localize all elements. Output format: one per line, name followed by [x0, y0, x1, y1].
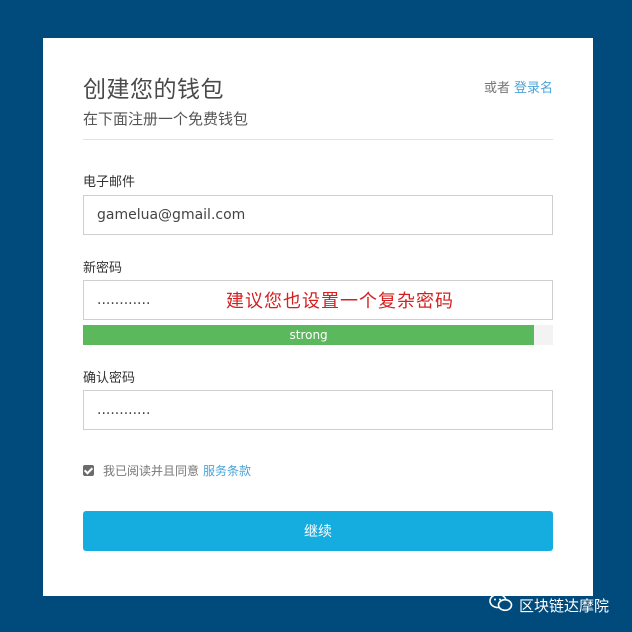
agree-checkbox[interactable] — [83, 465, 94, 476]
continue-button[interactable]: 继续 — [83, 511, 553, 551]
watermark: 区块链达摩院 — [489, 593, 609, 617]
password-strength-meter: strong — [83, 325, 553, 345]
terms-agreement: 我已阅读并且同意 服务条款 — [83, 462, 251, 479]
login-link[interactable]: 登录名 — [514, 81, 553, 96]
page-subtitle: 在下面注册一个免费钱包 — [83, 110, 249, 128]
password-label: 新密码 — [83, 261, 123, 276]
page-title: 创建您的钱包 — [83, 77, 224, 103]
wechat-icon — [489, 593, 513, 617]
header-divider — [83, 139, 553, 140]
signup-card: 创建您的钱包 或者 登录名 在下面注册一个免费钱包 电子邮件 gamelua@gm… — [43, 38, 593, 596]
email-label: 电子邮件 — [83, 175, 136, 190]
alt-login: 或者 登录名 — [484, 77, 553, 96]
strength-label: strong — [289, 328, 328, 342]
confirm-password-field[interactable]: ............ — [83, 390, 553, 430]
alt-login-prefix: 或者 — [483, 81, 510, 96]
terms-link[interactable]: 服务条款 — [203, 462, 251, 479]
confirm-password-label: 确认密码 — [83, 371, 136, 386]
watermark-text: 区块链达摩院 — [519, 596, 610, 615]
password-annotation: 建议您也设置一个复杂密码 — [226, 291, 454, 312]
email-field[interactable]: gamelua@gmail.com — [83, 195, 553, 235]
agree-text: 我已阅读并且同意 — [103, 464, 200, 478]
